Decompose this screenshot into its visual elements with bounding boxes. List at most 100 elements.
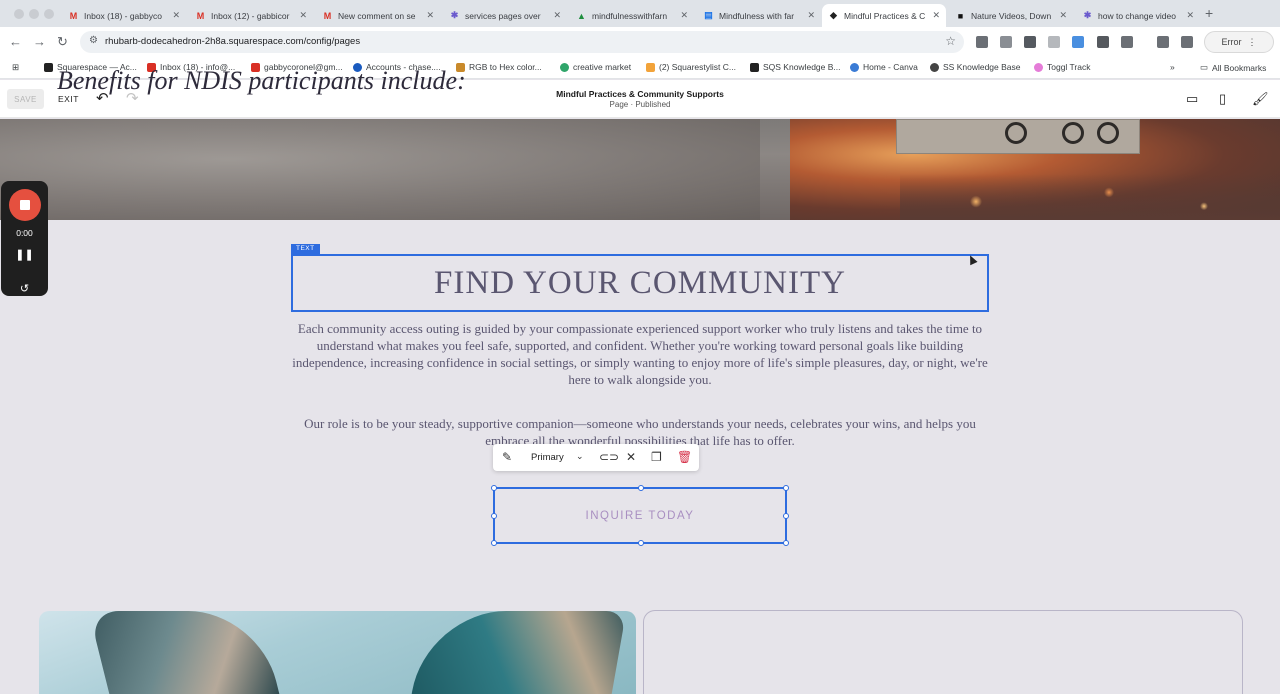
tab-close-icon[interactable]: ✕ bbox=[680, 10, 688, 21]
resize-handle[interactable] bbox=[638, 540, 644, 546]
all-bookmarks-item[interactable]: ▭ All Bookmarks bbox=[1200, 62, 1266, 73]
inquire-button-label[interactable]: INQUIRE TODAY bbox=[586, 510, 695, 522]
site-styles-brush-icon[interactable]: 🖌 bbox=[1252, 91, 1269, 107]
squarespace-icon bbox=[930, 62, 939, 72]
mobile-view-icon[interactable]: ▯ bbox=[1219, 91, 1226, 107]
lightning-icon bbox=[646, 62, 655, 72]
page-title: Mindful Practices & Community Supports bbox=[556, 89, 724, 99]
address-bar-row: ← → ↻ ⚙ rhubarb-dodecahedron-2h8a.square… bbox=[0, 27, 1280, 57]
asterisk-icon: ✱ bbox=[450, 10, 459, 20]
extension-icon[interactable] bbox=[976, 36, 988, 48]
back-arrow-icon[interactable]: ← bbox=[9, 34, 22, 49]
browser-tab[interactable]: ✱ services pages over ✕ bbox=[443, 4, 567, 27]
pin-icon[interactable]: ✕ bbox=[626, 450, 636, 464]
browser-tab-bar: M Inbox (18) - gabbyco ✕ M Inbox (12) - … bbox=[0, 0, 1280, 27]
chevron-down-icon[interactable]: ⌄ bbox=[576, 451, 584, 462]
tab-close-icon[interactable]: ✕ bbox=[1186, 10, 1194, 21]
tab-close-icon[interactable]: ✕ bbox=[807, 10, 815, 21]
tab-close-icon[interactable]: ✕ bbox=[553, 10, 561, 21]
gmail-icon: M bbox=[69, 10, 78, 21]
puzzle-extensions-icon[interactable] bbox=[1121, 36, 1133, 48]
resize-handle[interactable] bbox=[491, 540, 497, 546]
docs-icon: ▤ bbox=[704, 10, 713, 20]
bookmark-star-icon[interactable]: ☆ bbox=[945, 34, 956, 48]
bookmark-item[interactable]: Home - Canva bbox=[850, 62, 918, 72]
tab-close-icon[interactable]: ✕ bbox=[1059, 10, 1067, 21]
stop-recording-button[interactable] bbox=[9, 189, 41, 221]
browser-tab[interactable]: M Inbox (18) - gabbyco ✕ bbox=[62, 4, 186, 27]
wheel-shape bbox=[1097, 122, 1119, 144]
bookmark-item[interactable]: SS Knowledge Base bbox=[930, 62, 1021, 72]
extension-icon[interactable] bbox=[1000, 36, 1012, 48]
trash-icon[interactable]: 🗑 bbox=[677, 450, 692, 464]
inset-photo bbox=[896, 119, 1140, 154]
chevron-right-icon[interactable]: » bbox=[1170, 62, 1175, 72]
apps-grid-icon[interactable]: ⊞ bbox=[12, 62, 19, 73]
bookmark-item[interactable]: Toggl Track bbox=[1034, 62, 1090, 72]
new-tab-button[interactable]: + bbox=[1205, 5, 1213, 21]
browser-tab[interactable]: ▤ Mindfulness with far ✕ bbox=[697, 4, 821, 27]
calendar-extension-icon[interactable] bbox=[1072, 36, 1084, 48]
browser-tab-active[interactable]: ◆ Mindful Practices & C ✕ bbox=[822, 4, 946, 27]
bookmark-item[interactable]: (2) Squarestylist C... bbox=[646, 62, 736, 72]
pexels-icon: ■ bbox=[957, 10, 964, 21]
resize-handle[interactable] bbox=[638, 485, 644, 491]
grid-extension-icon[interactable] bbox=[1024, 36, 1036, 48]
light-sparkles bbox=[900, 174, 1280, 220]
section-heading[interactable]: FIND YOUR COMMUNITY bbox=[434, 265, 846, 302]
button-block-selected[interactable]: INQUIRE TODAY bbox=[491, 485, 789, 546]
restart-icon[interactable]: ↺ bbox=[1, 282, 48, 295]
resize-handle[interactable] bbox=[783, 513, 789, 519]
rock-shape bbox=[411, 611, 627, 694]
block-type-label: TEXT bbox=[291, 244, 320, 254]
duplicate-icon[interactable]: ❐ bbox=[651, 450, 662, 464]
squarespace-icon: ◆ bbox=[830, 10, 837, 20]
bookmark-item[interactable]: SQS Knowledge B... bbox=[750, 62, 841, 72]
benefits-heading[interactable]: Benefits for NDIS participants include: bbox=[57, 66, 466, 96]
forward-arrow-icon[interactable]: → bbox=[33, 34, 46, 49]
wheel-shape bbox=[1005, 122, 1027, 144]
browser-tab[interactable]: M New comment on se ✕ bbox=[316, 4, 440, 27]
tab-close-icon[interactable]: ✕ bbox=[426, 10, 434, 21]
resize-handle[interactable] bbox=[491, 513, 497, 519]
tab-close-icon[interactable]: ✕ bbox=[932, 10, 940, 21]
save-button[interactable]: SAVE bbox=[7, 89, 44, 109]
camera-extension-icon[interactable] bbox=[1048, 36, 1060, 48]
url-bar[interactable]: ⚙ rhubarb-dodecahedron-2h8a.squarespace.… bbox=[80, 31, 964, 53]
resize-handle[interactable] bbox=[783, 485, 789, 491]
browser-tab[interactable]: M Inbox (12) - gabbicor ✕ bbox=[189, 4, 313, 27]
desktop-view-icon[interactable]: ▭ bbox=[1186, 91, 1198, 107]
error-button[interactable]: Error ⋮ bbox=[1204, 31, 1274, 53]
asterisk-icon: ✱ bbox=[1083, 10, 1092, 20]
pause-icon[interactable]: ❚❚ bbox=[1, 248, 48, 261]
reload-icon[interactable]: ↻ bbox=[57, 34, 68, 50]
url-text: rhubarb-dodecahedron-2h8a.squarespace.co… bbox=[105, 36, 361, 47]
site-info-icon[interactable]: ⚙ bbox=[89, 35, 98, 46]
body-paragraph[interactable]: Each community access outing is guided b… bbox=[290, 320, 990, 388]
browser-tab[interactable]: ▲ mindfulnesswithfarn ✕ bbox=[570, 4, 694, 27]
drive-icon: ▲ bbox=[577, 10, 586, 21]
browser-tab[interactable]: ■ Nature Videos, Down ✕ bbox=[949, 4, 1073, 27]
squarespace-icon bbox=[750, 62, 759, 72]
screen-recorder-widget: 0:00 ❚❚ ↺ bbox=[1, 181, 48, 296]
rock-shape bbox=[88, 611, 280, 694]
button-style-select[interactable]: Primary bbox=[531, 452, 564, 463]
browser-tab[interactable]: ✱ how to change video ✕ bbox=[1076, 4, 1200, 27]
bookmark-item[interactable]: creative market bbox=[560, 62, 631, 72]
window-maximize-button[interactable] bbox=[44, 9, 54, 19]
tab-close-icon[interactable]: ✕ bbox=[299, 10, 307, 21]
tab-close-icon[interactable]: ✕ bbox=[172, 10, 180, 21]
reading-list-icon[interactable] bbox=[1181, 36, 1193, 48]
pencil-edit-icon[interactable]: ✎ bbox=[502, 450, 512, 464]
resize-handle[interactable] bbox=[783, 540, 789, 546]
window-close-button[interactable] bbox=[14, 9, 24, 19]
download-icon[interactable] bbox=[1157, 36, 1169, 48]
bookmark-item[interactable]: RGB to Hex color... bbox=[456, 62, 542, 72]
window-minimize-button[interactable] bbox=[29, 9, 39, 19]
resize-handle[interactable] bbox=[491, 485, 497, 491]
text-block-selected[interactable]: FIND YOUR COMMUNITY bbox=[291, 254, 989, 312]
squarespace-icon bbox=[44, 62, 53, 72]
link-icon[interactable]: ⊂⊃ bbox=[599, 450, 619, 464]
eyedropper-icon[interactable] bbox=[1097, 36, 1109, 48]
page-status: Page · Published bbox=[609, 100, 671, 109]
